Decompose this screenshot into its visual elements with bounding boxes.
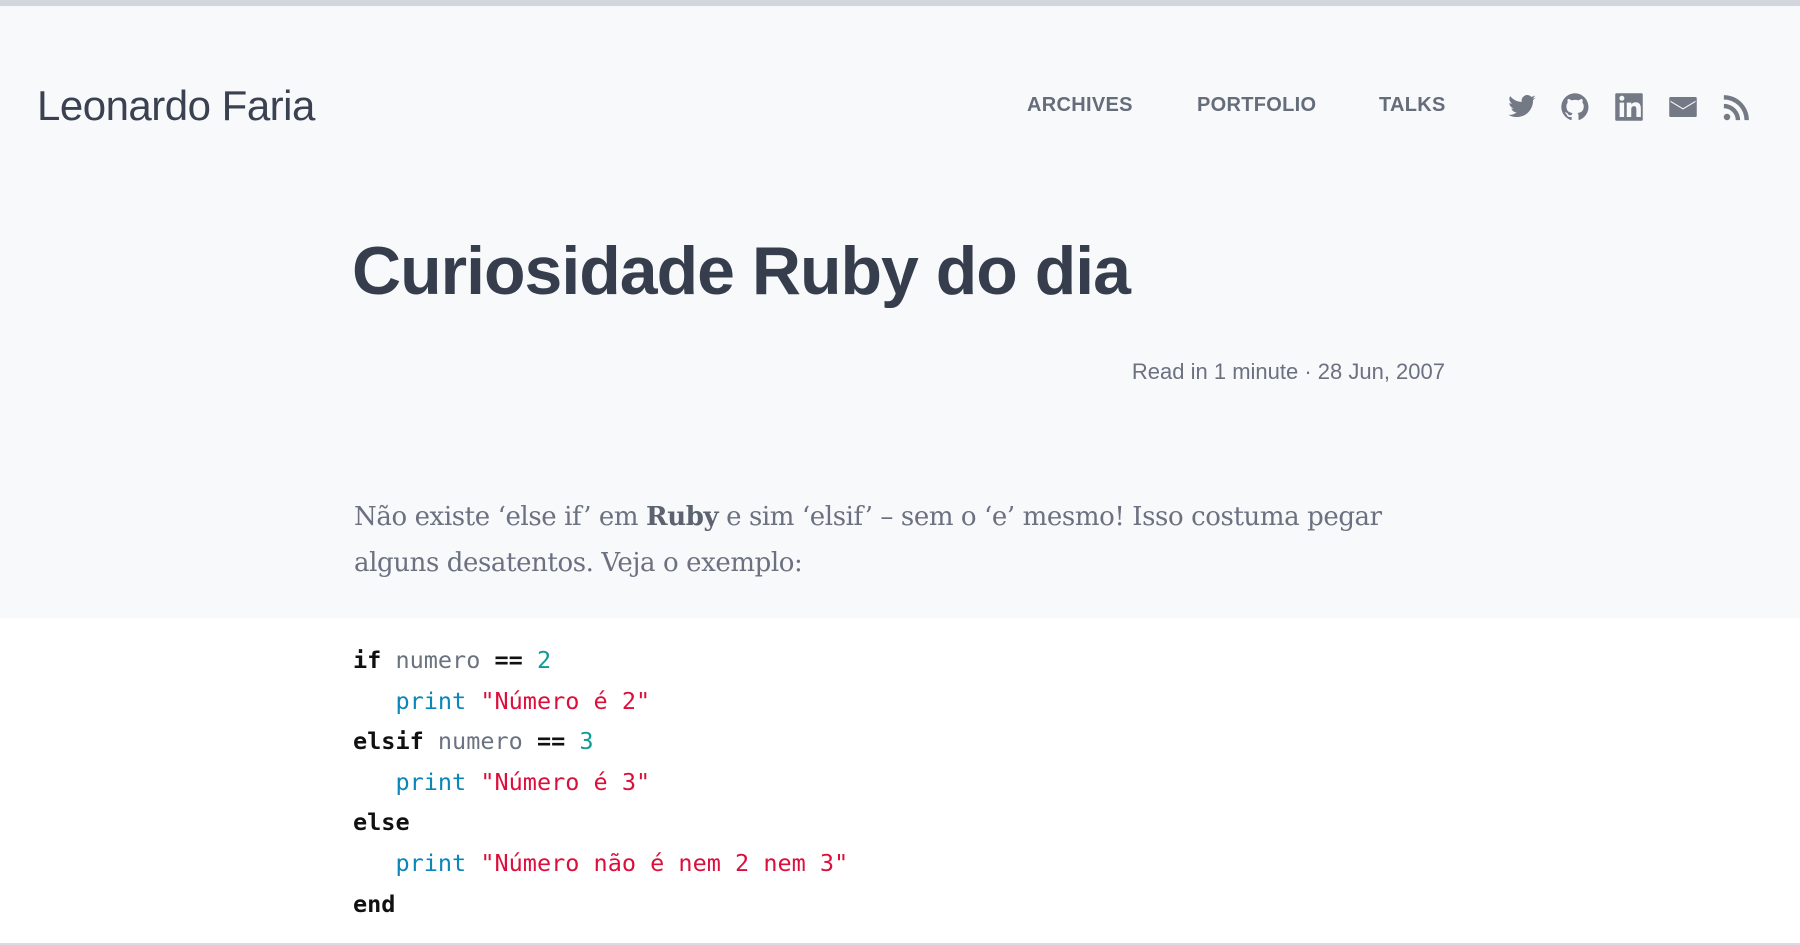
code-function: print: [395, 767, 467, 796]
nav-portfolio[interactable]: PORTFOLIO: [1197, 94, 1316, 117]
code-block: if numero == 2 print "Número é 2" elsif …: [353, 640, 848, 924]
code-string: "Número é 2": [480, 686, 651, 715]
code-function: print: [395, 848, 467, 877]
intro-bold: Ruby: [646, 502, 719, 532]
intro-text: Não existe ‘else if’ em: [354, 502, 647, 532]
code-var: numero: [437, 727, 523, 756]
nav-archives[interactable]: ARCHIVES: [1027, 94, 1133, 117]
code-op: ==: [494, 646, 523, 674]
email-icon[interactable]: [1668, 92, 1698, 122]
code-number: 3: [579, 727, 594, 756]
code-keyword: end: [353, 889, 396, 918]
code-op: ==: [536, 727, 566, 756]
site-logo[interactable]: Leonardo Faria: [37, 82, 315, 130]
nav-talks[interactable]: TALKS: [1379, 94, 1446, 117]
post-meta: Read in 1 minute · 28 Jun, 2007: [1131, 359, 1445, 384]
post-intro: Não existe ‘else if’ em Ruby e sim ‘elsi…: [354, 494, 1446, 586]
code-string: "Número não é nem 2 nem 3": [480, 848, 849, 877]
rss-icon[interactable]: [1722, 92, 1752, 122]
code-function: print: [395, 686, 467, 715]
post-title: Curiosidade Ruby do dia: [352, 233, 1131, 309]
code-var: numero: [395, 646, 481, 674]
code-string: "Número é 3": [480, 767, 651, 796]
top-border: [0, 0, 1800, 6]
code-number: 2: [536, 646, 552, 674]
code-keyword: if: [353, 646, 382, 674]
linkedin-icon[interactable]: [1614, 92, 1644, 122]
code-keyword: elsif: [353, 727, 424, 756]
code-keyword: else: [353, 808, 410, 837]
twitter-icon[interactable]: [1507, 92, 1537, 122]
code-block-background: [0, 618, 1800, 943]
github-icon[interactable]: [1560, 92, 1590, 122]
